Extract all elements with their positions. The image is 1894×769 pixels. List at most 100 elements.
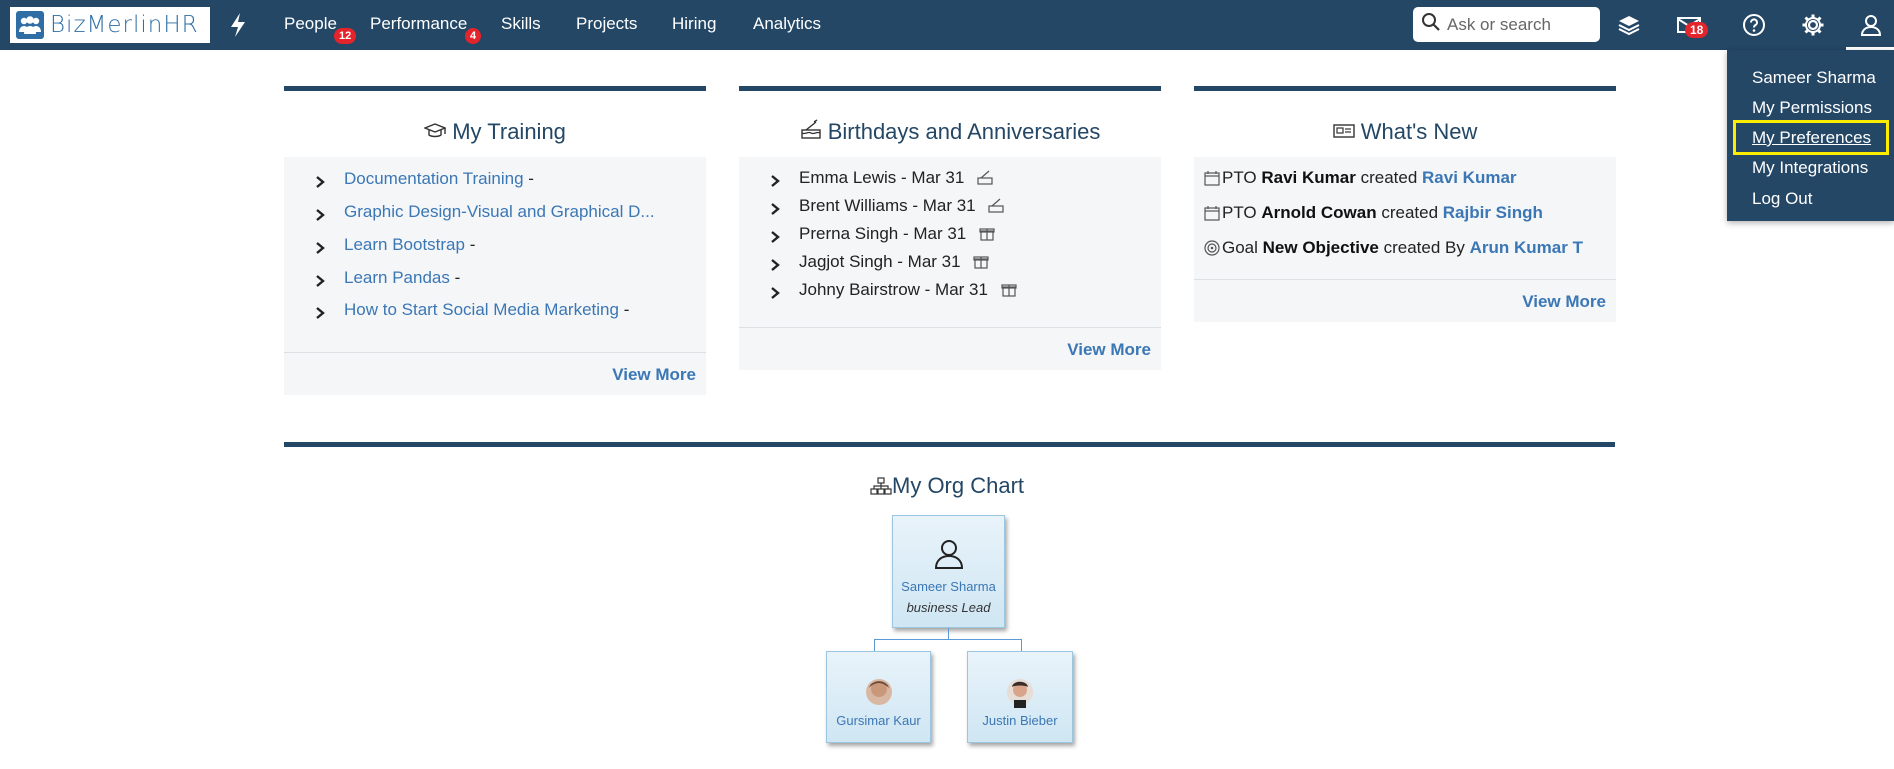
user-dropdown-menu: Sameer Sharma My Permissions My Preferen… bbox=[1727, 50, 1894, 221]
org-connector bbox=[874, 639, 875, 651]
cake-icon bbox=[800, 119, 828, 144]
calendar-icon bbox=[1204, 171, 1220, 186]
chevron-right-icon bbox=[316, 209, 325, 221]
org-chart-title: My Org Chart bbox=[870, 473, 1024, 499]
org-connector bbox=[1021, 639, 1022, 651]
org-chart-divider bbox=[284, 442, 1615, 447]
list-item: Graphic Design-Visual and Graphical D... bbox=[344, 202, 655, 222]
chevron-right-icon bbox=[771, 259, 780, 271]
logo-text: BizMerlinHR bbox=[50, 12, 199, 38]
gift-icon bbox=[979, 228, 995, 241]
user-icon bbox=[1858, 12, 1884, 38]
view-more-link[interactable]: View More bbox=[1522, 292, 1606, 311]
list-item: PTO Arnold Cowan created Rajbir Singh bbox=[1204, 203, 1543, 223]
list-item: Learn Pandas - bbox=[344, 268, 461, 287]
training-link[interactable]: Learn Bootstrap bbox=[344, 235, 465, 254]
layers-icon[interactable] bbox=[1616, 12, 1642, 38]
org-chart-icon bbox=[870, 477, 892, 495]
list-item: Johny Bairstrow - Mar 31 bbox=[799, 280, 1017, 300]
card-title: Birthdays and Anniversaries bbox=[739, 91, 1161, 157]
nav-performance[interactable]: Performance bbox=[370, 14, 467, 34]
people-badge: 12 bbox=[334, 28, 357, 44]
chevron-right-icon bbox=[771, 287, 780, 299]
cake-icon bbox=[977, 170, 993, 185]
training-link[interactable]: How to Start Social Media Marketing bbox=[344, 300, 619, 319]
training-list: Documentation Training - Graphic Design-… bbox=[284, 157, 706, 352]
list-item: Prerna Singh - Mar 31 bbox=[799, 224, 995, 244]
org-node-root[interactable]: Sameer Sharma business Lead bbox=[892, 515, 1005, 628]
performance-badge: 4 bbox=[465, 28, 482, 44]
settings-icon[interactable] bbox=[1800, 12, 1826, 38]
list-item: Brent Williams - Mar 31 bbox=[799, 196, 1004, 216]
org-node-child[interactable]: Justin Bieber bbox=[967, 651, 1073, 743]
nav-people[interactable]: People bbox=[284, 14, 337, 34]
target-icon bbox=[1204, 240, 1220, 256]
birthdays-list: Emma Lewis - Mar 31 Brent Williams - Mar… bbox=[739, 157, 1161, 327]
list-item: Documentation Training - bbox=[344, 169, 534, 188]
nav-hiring[interactable]: Hiring bbox=[672, 14, 716, 34]
chevron-right-icon bbox=[771, 203, 780, 215]
list-item: Jagjot Singh - Mar 31 bbox=[799, 252, 989, 272]
menu-item-log-out[interactable]: Log Out bbox=[1752, 189, 1813, 209]
top-navbar: BizMerlinHR People 12 Performance 4 Skil… bbox=[0, 0, 1894, 50]
chevron-right-icon bbox=[771, 175, 780, 187]
gift-icon bbox=[1001, 284, 1017, 297]
menu-item-my-permissions[interactable]: My Permissions bbox=[1752, 98, 1872, 118]
view-more-link[interactable]: View More bbox=[1067, 340, 1151, 359]
search-box[interactable] bbox=[1413, 7, 1600, 42]
list-item: Learn Bootstrap - bbox=[344, 235, 476, 254]
whats-new-list: PTO Ravi Kumar created Ravi Kumar PTO Ar… bbox=[1194, 157, 1616, 279]
chevron-right-icon bbox=[316, 275, 325, 287]
cake-icon bbox=[988, 198, 1004, 213]
list-item: Goal New Objective created By Arun Kumar… bbox=[1204, 238, 1583, 258]
person-avatar-icon bbox=[934, 540, 963, 569]
nav-skills[interactable]: Skills bbox=[501, 14, 541, 34]
card-footer: View More bbox=[1194, 279, 1616, 322]
menu-item-my-integrations[interactable]: My Integrations bbox=[1752, 158, 1868, 178]
actor-link[interactable]: Ravi Kumar bbox=[1422, 168, 1516, 188]
chevron-right-icon bbox=[316, 176, 325, 188]
my-training-card: My Training Documentation Training - Gra… bbox=[284, 86, 706, 395]
list-item: Emma Lewis - Mar 31 bbox=[799, 168, 993, 188]
help-icon[interactable] bbox=[1741, 12, 1767, 38]
menu-item-my-preferences[interactable]: My Preferences bbox=[1752, 128, 1871, 148]
card-footer: View More bbox=[284, 352, 706, 395]
nav-projects[interactable]: Projects bbox=[576, 14, 637, 34]
search-icon bbox=[1421, 12, 1441, 37]
gift-icon bbox=[973, 256, 989, 269]
avatar bbox=[865, 679, 892, 705]
search-input[interactable] bbox=[1447, 14, 1597, 35]
avatar bbox=[1007, 679, 1033, 708]
graduation-cap-icon bbox=[423, 119, 452, 144]
chevron-right-icon bbox=[771, 231, 780, 243]
org-node-name: Justin Bieber bbox=[982, 713, 1058, 728]
org-connector bbox=[948, 628, 949, 639]
org-node-child[interactable]: Gursimar Kaur bbox=[826, 651, 931, 743]
nav-analytics[interactable]: Analytics bbox=[753, 14, 821, 34]
org-node-name: Sameer Sharma bbox=[901, 579, 996, 594]
list-item: How to Start Social Media Marketing - bbox=[344, 300, 630, 319]
user-menu-toggle[interactable] bbox=[1846, 0, 1894, 50]
card-title: What's New bbox=[1194, 91, 1616, 157]
quick-actions-bolt-icon[interactable] bbox=[228, 12, 248, 38]
actor-link[interactable]: Arun Kumar T bbox=[1470, 238, 1583, 258]
menu-item-profile-name[interactable]: Sameer Sharma bbox=[1752, 68, 1876, 88]
app-logo[interactable]: BizMerlinHR bbox=[10, 7, 210, 43]
card-title: My Training bbox=[284, 91, 706, 157]
org-node-name: Gursimar Kaur bbox=[836, 713, 921, 728]
logo-people-icon bbox=[16, 11, 44, 39]
birthdays-card: Birthdays and Anniversaries Emma Lewis -… bbox=[739, 86, 1161, 370]
training-link[interactable]: Learn Pandas bbox=[344, 268, 450, 287]
actor-link[interactable]: Rajbir Singh bbox=[1443, 203, 1543, 223]
org-node-role: business Lead bbox=[906, 600, 991, 615]
training-link[interactable]: Documentation Training bbox=[344, 169, 524, 188]
calendar-icon bbox=[1204, 206, 1220, 221]
mail-badge: 18 bbox=[1685, 22, 1709, 38]
card-footer: View More bbox=[739, 327, 1161, 370]
chevron-right-icon bbox=[316, 242, 325, 254]
whats-new-card: What's New PTO Ravi Kumar created Ravi K… bbox=[1194, 86, 1616, 322]
chevron-right-icon bbox=[316, 307, 325, 319]
training-link[interactable]: Graphic Design-Visual and Graphical D... bbox=[344, 202, 655, 221]
list-item: PTO Ravi Kumar created Ravi Kumar bbox=[1204, 168, 1517, 188]
view-more-link[interactable]: View More bbox=[612, 365, 696, 384]
